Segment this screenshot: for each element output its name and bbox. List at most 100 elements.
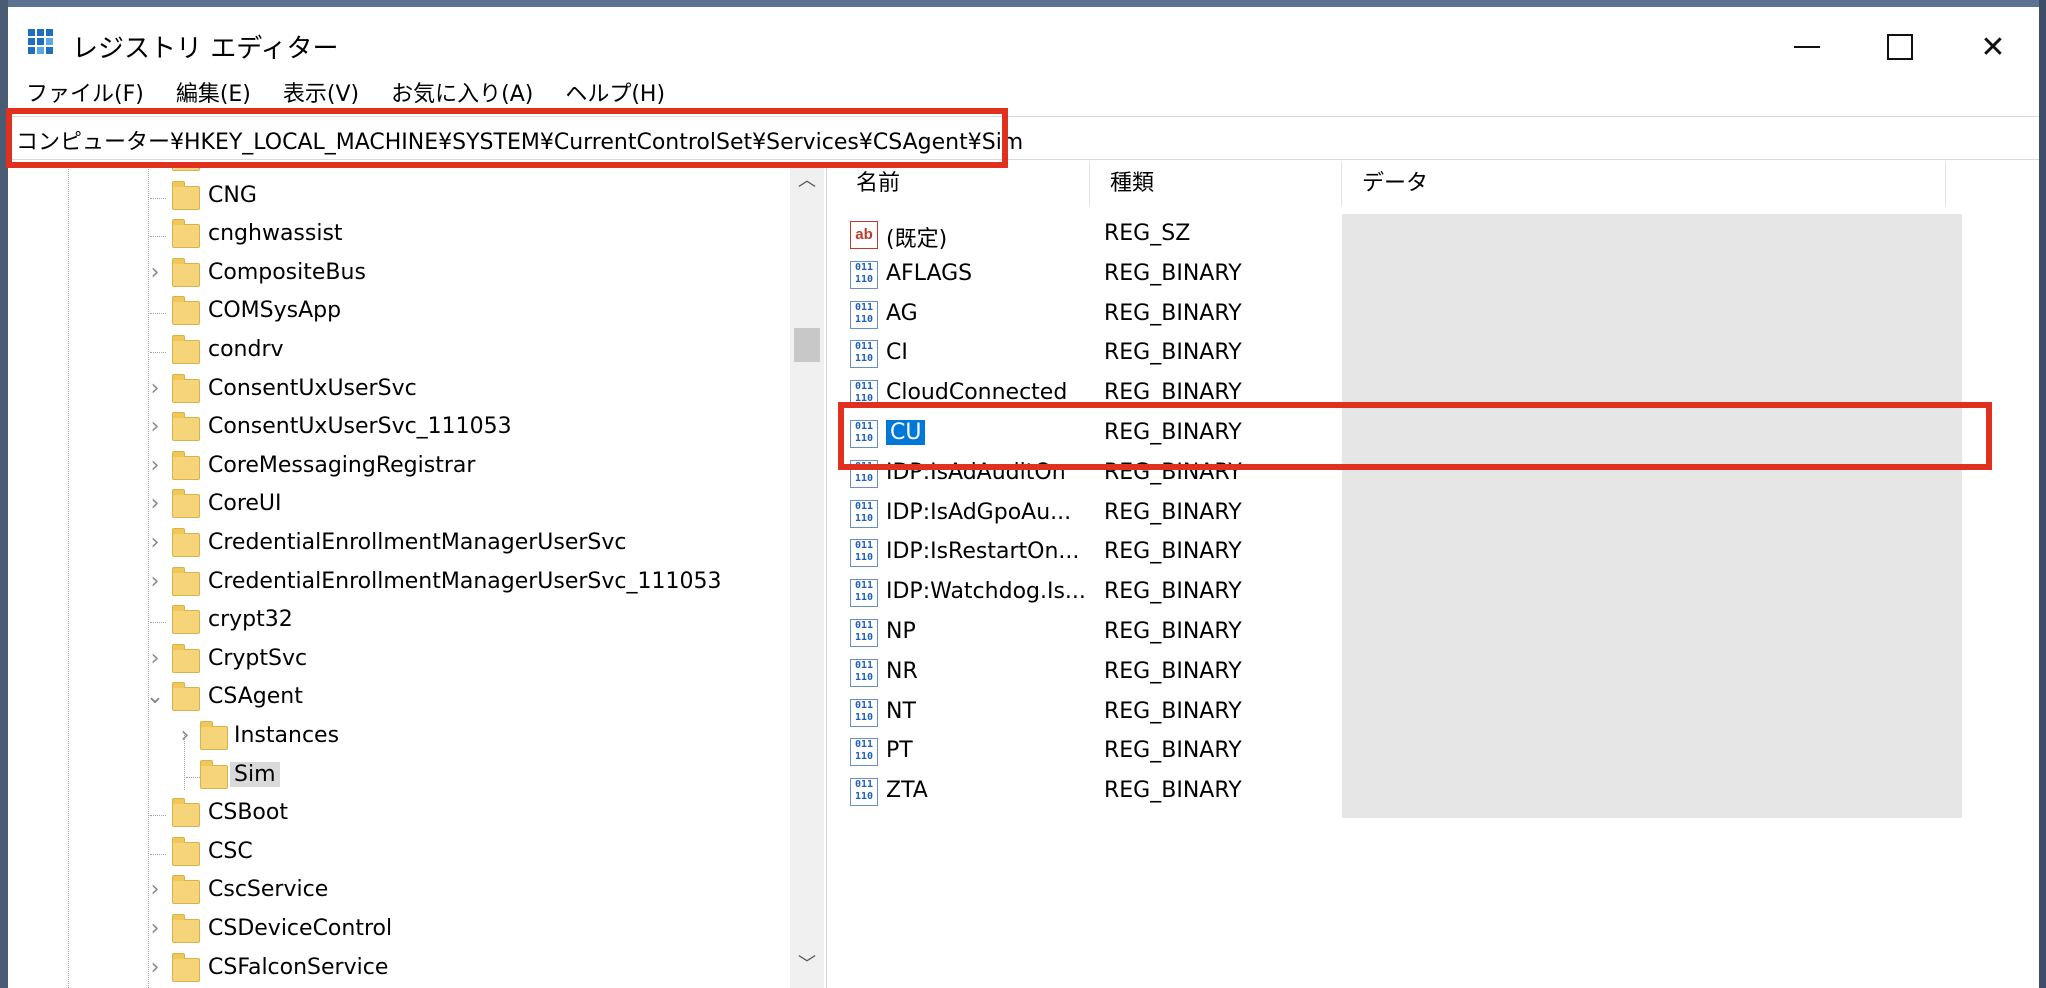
tree-item[interactable]: COMSysApp xyxy=(8,294,798,332)
binary-value-icon: 011 110 xyxy=(850,778,878,807)
value-type: REG_BINARY xyxy=(1104,260,1242,286)
row-highlight-box xyxy=(838,402,1992,470)
desktop-edge xyxy=(0,0,2046,7)
value-name: PT xyxy=(886,738,913,764)
tree-item[interactable]: › ConsentUxUserSvc xyxy=(8,372,798,410)
value-name: IDP:IsRestartOn... xyxy=(886,539,1080,565)
tree-item[interactable]: › ConsentUxUserSvc_111053 xyxy=(8,410,798,448)
value-row[interactable]: 011 110 ZTA REG_BINARY xyxy=(836,773,2039,812)
tree-item[interactable]: cnghwassist xyxy=(8,217,798,255)
folder-icon xyxy=(172,682,200,712)
value-row[interactable]: ab (既定) REG_SZ xyxy=(836,216,2039,255)
column-header-type[interactable]: 種類 xyxy=(1090,162,1342,206)
chevron-right-icon[interactable]: › xyxy=(144,532,166,554)
value-row[interactable]: 011 110 AG REG_BINARY xyxy=(836,296,2039,335)
address-highlight-box xyxy=(6,108,1008,168)
binary-value-icon: 011 110 xyxy=(850,619,878,647)
folder-icon xyxy=(172,798,200,828)
chevron-right-icon[interactable]: › xyxy=(144,454,166,477)
registry-editor-icon xyxy=(28,29,58,59)
tree-item-label: CoreUI xyxy=(208,491,282,517)
scroll-thumb[interactable] xyxy=(794,328,820,362)
folder-icon xyxy=(172,836,200,866)
tree-item[interactable]: › CryptSvc xyxy=(8,642,798,680)
string-value-icon: ab xyxy=(850,221,878,249)
chevron-right-icon[interactable]: › xyxy=(144,879,166,901)
chevron-right-icon[interactable]: › xyxy=(144,261,166,284)
tree-item[interactable]: Sim xyxy=(8,758,798,796)
tree-scrollbar[interactable]: ︿ ﹀ xyxy=(790,162,824,988)
chevron-right-icon[interactable]: › xyxy=(174,725,196,747)
folder-icon xyxy=(200,759,228,789)
value-type: REG_BINARY xyxy=(1104,619,1242,644)
value-name: (既定) xyxy=(886,227,948,252)
close-button[interactable]: ✕ xyxy=(1947,15,2039,79)
value-row[interactable]: 011 110 IDP:IsAdGpoAu... REG_BINARY xyxy=(836,495,2039,534)
key-tree-pane[interactable]: ›CmBattCNGcnghwassist›CompositeBusCOMSys… xyxy=(8,162,827,988)
value-type: REG_BINARY xyxy=(1104,698,1242,724)
folder-icon xyxy=(172,914,200,943)
tree-item[interactable]: CSBoot xyxy=(8,796,798,834)
tree-item-label: CSDeviceControl xyxy=(208,916,393,941)
maximize-button[interactable] xyxy=(1854,15,1946,79)
tree-item[interactable]: ⌄ CSAgent xyxy=(8,680,798,718)
binary-value-icon: 011 110 xyxy=(850,300,878,329)
chevron-right-icon[interactable]: › xyxy=(144,416,166,438)
value-row[interactable]: 011 110 IDP:Watchdog.Is... REG_BINARY xyxy=(836,574,2039,613)
folder-icon xyxy=(172,180,200,210)
chevron-right-icon[interactable]: › xyxy=(144,918,166,940)
folder-icon xyxy=(172,643,200,673)
value-row[interactable]: 011 110 NR REG_BINARY xyxy=(836,654,2039,693)
value-type: REG_SZ xyxy=(1104,221,1191,246)
minimize-button[interactable] xyxy=(1761,15,1853,79)
value-row[interactable]: 011 110 PT REG_BINARY xyxy=(836,733,2039,772)
chevron-right-icon[interactable]: › xyxy=(144,377,166,400)
tree-item[interactable]: › CredentialEnrollmentManagerUserSvc_1110… xyxy=(8,565,798,603)
value-type: REG_BINARY xyxy=(1104,658,1242,684)
chevron-right-icon[interactable]: › xyxy=(144,570,166,593)
tree-connector xyxy=(150,197,166,199)
tree-item[interactable]: › CSDeviceControl xyxy=(8,912,798,950)
value-row[interactable]: 011 110 IDP:IsRestartOn... REG_BINARY xyxy=(836,534,2039,573)
tree-item-label: CredentialEnrollmentManagerUserSvc_11105… xyxy=(208,568,722,594)
value-row[interactable]: 011 110 NT REG_BINARY xyxy=(836,694,2039,733)
chevron-down-icon[interactable]: ⌄ xyxy=(144,686,166,708)
tree-connector xyxy=(150,313,166,315)
chevron-right-icon[interactable]: › xyxy=(144,647,166,670)
tree-connector xyxy=(150,352,166,353)
title-bar[interactable]: レジストリ エディター ✕ xyxy=(8,7,2039,81)
tree-item[interactable]: › Instances xyxy=(8,719,798,757)
tree-item[interactable]: › CoreMessagingRegistrar xyxy=(8,449,798,487)
tree-item[interactable]: CSC xyxy=(8,835,798,873)
tree-item-label: CSFalconService xyxy=(208,954,389,980)
value-name: CI xyxy=(886,340,908,366)
tree-item[interactable]: › CompositeBus xyxy=(8,256,798,294)
value-row[interactable]: 011 110 AFLAGS REG_BINARY xyxy=(836,256,2039,295)
value-type: REG_BINARY xyxy=(1104,300,1242,326)
column-header-name[interactable]: 名前 xyxy=(836,162,1090,206)
folder-icon xyxy=(172,412,200,442)
value-name: AG xyxy=(886,300,918,326)
scroll-down-arrow-icon[interactable]: ﹀ xyxy=(790,950,824,980)
value-name: IDP:Watchdog.Is... xyxy=(886,579,1086,605)
binary-value-icon: 011 110 xyxy=(850,260,878,289)
tree-item[interactable]: › CscService xyxy=(8,873,798,911)
value-row[interactable]: 011 110 CI REG_BINARY xyxy=(836,335,2039,374)
tree-item[interactable]: › CoreUI xyxy=(8,487,798,525)
tree-item[interactable]: CNG xyxy=(8,179,798,217)
scroll-up-arrow-icon[interactable]: ︿ xyxy=(790,166,824,196)
column-header-data[interactable]: データ xyxy=(1342,162,1946,206)
window-title: レジストリ エディター xyxy=(72,34,339,64)
tree-item-label: ConsentUxUserSvc_111053 xyxy=(208,414,512,440)
value-row[interactable]: 011 110 NP REG_BINARY xyxy=(836,614,2039,653)
value-type: REG_BINARY xyxy=(1104,778,1242,804)
tree-item[interactable]: condrv xyxy=(8,333,798,371)
binary-value-icon: 011 110 xyxy=(850,579,878,608)
chevron-right-icon[interactable]: › xyxy=(144,493,166,515)
tree-item[interactable]: crypt32 xyxy=(8,603,798,641)
tree-item[interactable]: › CSFalconService xyxy=(8,951,798,988)
chevron-right-icon[interactable]: › xyxy=(144,956,166,979)
value-list-pane[interactable]: 名前 種類 データ ab (既定) REG_SZ 011 110 AFLAGS REG_B… xyxy=(836,162,2039,988)
desktop-edge xyxy=(2039,0,2046,988)
tree-item[interactable]: › CredentialEnrollmentManagerUserSvc xyxy=(8,526,798,564)
